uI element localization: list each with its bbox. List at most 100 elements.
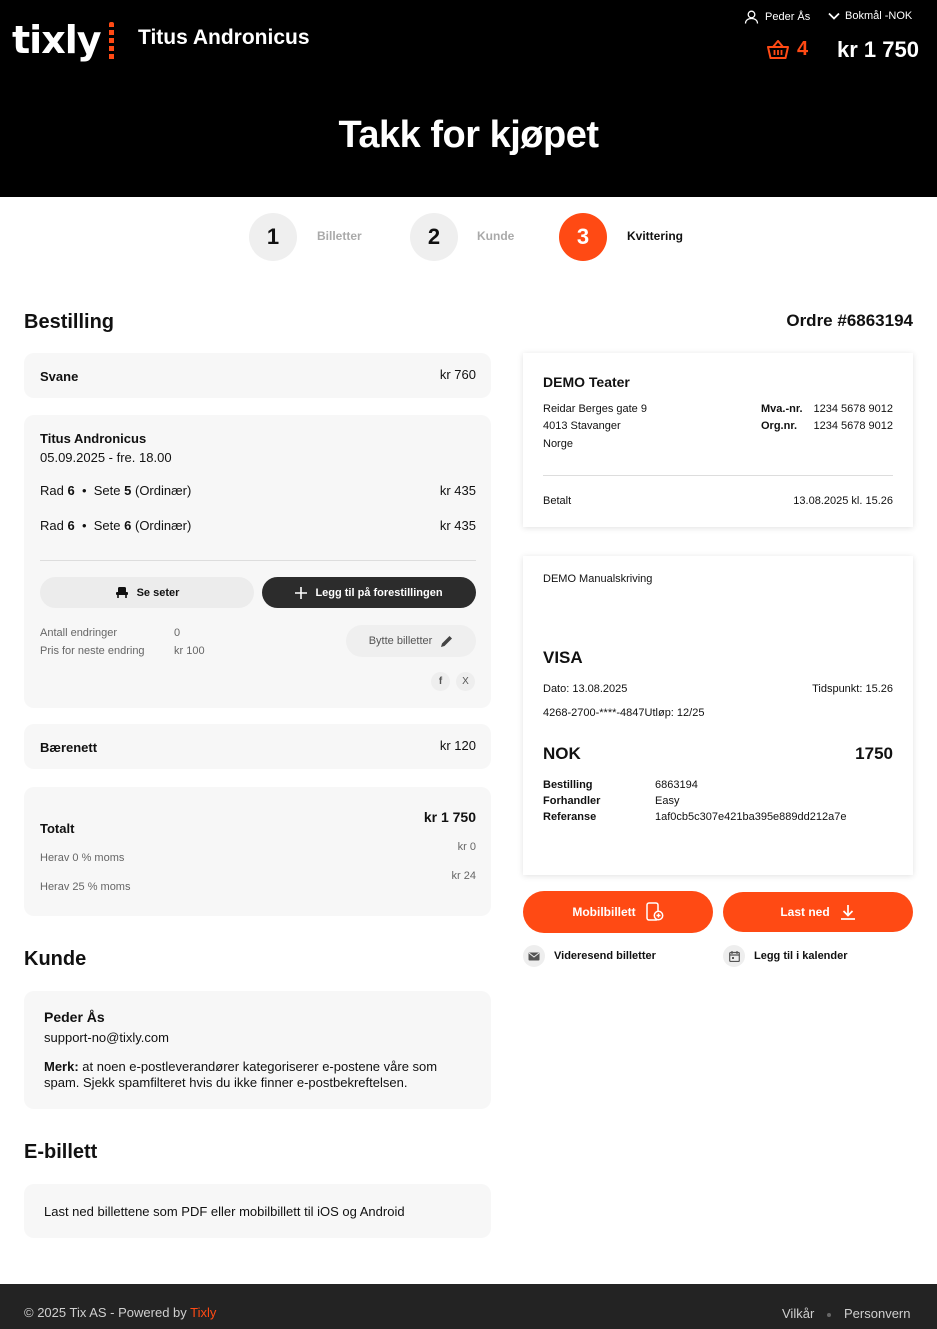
- step-3-label: Kvittering: [627, 229, 684, 243]
- privacy-link[interactable]: Personvern: [844, 1306, 910, 1321]
- chevron-down-icon: [828, 12, 840, 20]
- detail-value: 1af0cb5c307e421ba395e889dd212a7e: [655, 811, 847, 823]
- detail-label: Referanse: [543, 811, 597, 823]
- seat-icon: [115, 587, 128, 598]
- swap-tickets-button[interactable]: Bytte billetter: [346, 625, 476, 657]
- user-name: Peder Ås: [765, 11, 811, 23]
- event-card: Titus Andronicus 05.09.2025 - fre. 18.00…: [24, 415, 491, 708]
- header: tixly Titus Andronicus Peder Ås Bokmål -…: [0, 0, 937, 197]
- payment-date: Dato: 13.08.2025: [543, 683, 628, 695]
- eticket-heading: E-billett: [24, 1141, 98, 1163]
- email-note: Merk: at noen e-postleverandører kategor…: [44, 1059, 438, 1090]
- total-card: Totalt kr 1 750 Herav 0 % moms kr 0 Hera…: [24, 787, 491, 916]
- mobile-add-icon: [645, 902, 664, 921]
- customer-email: support-no@tixly.com: [44, 1030, 169, 1045]
- page-title: Takk for kjøpet: [338, 114, 599, 156]
- detail-value: 6863194: [655, 779, 698, 791]
- logo-accent-bar: [109, 22, 114, 62]
- item-price: kr 760: [439, 367, 476, 382]
- mva-value: 1234 5678 9012: [813, 403, 893, 415]
- download-button[interactable]: Last ned: [723, 892, 913, 932]
- step-2-circle[interactable]: 2: [410, 213, 458, 261]
- eticket-text: Last ned billettene som PDF eller mobilb…: [44, 1204, 405, 1219]
- x-share-icon[interactable]: X: [456, 672, 475, 691]
- item-price: kr 120: [439, 738, 476, 753]
- facebook-share-icon[interactable]: f: [431, 672, 450, 691]
- receipt-card: DEMO Teater Reidar Berges gate 9 4013 St…: [523, 353, 913, 527]
- next-change-value: kr 100: [174, 645, 205, 657]
- payment-method-title: DEMO Manualskriving: [543, 573, 653, 585]
- calendar-icon: [723, 945, 745, 967]
- add-to-show-button[interactable]: Legg til på forestillingen: [262, 577, 476, 608]
- order-heading: Bestilling: [24, 311, 115, 333]
- order-item-card: Svane kr 760: [24, 353, 491, 398]
- cart-count: 4: [797, 38, 809, 60]
- customer-card: Peder Ås support-no@tixly.com Merk: at n…: [24, 991, 491, 1109]
- copyright: © 2025 Tix AS - Powered by Tixly: [24, 1305, 217, 1320]
- step-3-circle: 3: [559, 213, 607, 261]
- download-icon: [840, 905, 855, 920]
- changes-label: Antall endringer: [40, 627, 118, 639]
- mva-label: Mva.-nr.: [761, 403, 803, 415]
- divider: [40, 560, 476, 561]
- card-number: 4268-2700-****-4847Utløp: 12/25: [543, 707, 705, 719]
- divider: [543, 475, 893, 476]
- plus-icon: [295, 586, 308, 599]
- step-1-circle[interactable]: 1: [249, 213, 297, 261]
- terms-link[interactable]: Vilkår: [782, 1306, 814, 1321]
- customer-heading: Kunde: [24, 948, 87, 970]
- user-menu[interactable]: Peder Ås: [744, 10, 810, 24]
- mobile-ticket-button[interactable]: Mobilbillett: [523, 891, 713, 933]
- event-date: 05.09.2025 - fre. 18.00: [40, 450, 172, 465]
- basket-icon: [767, 39, 789, 59]
- org-label: Org.nr.: [761, 420, 798, 432]
- forward-tickets-link[interactable]: Videresend billetter: [523, 945, 656, 967]
- detail-label: Forhandler: [543, 795, 601, 807]
- separator-dot: [827, 1313, 831, 1317]
- seat-row: Rad 6 • Sete 6 (Ordinær): [40, 518, 192, 533]
- see-seats-button[interactable]: Se seter: [40, 577, 254, 608]
- seat-price: kr 435: [439, 518, 476, 533]
- event-name: Titus Andronicus: [40, 431, 147, 446]
- seat-row: Rad 6 • Sete 5 (Ordinær): [40, 483, 192, 498]
- detail-value: Easy: [655, 795, 680, 807]
- address-line: 4013 Stavanger: [543, 420, 621, 432]
- customer-name: Peder Ås: [44, 1009, 105, 1025]
- step-2-label[interactable]: Kunde: [477, 229, 514, 243]
- eticket-card: Last ned billettene som PDF eller mobilb…: [24, 1184, 491, 1238]
- vat0-label: Herav 0 % moms: [40, 852, 125, 864]
- footer: © 2025 Tix AS - Powered by Tixly Vilkår …: [0, 1284, 937, 1329]
- changes-value: 0: [174, 627, 181, 639]
- company-name: DEMO Teater: [543, 374, 630, 390]
- add-to-calendar-link[interactable]: Legg til i kalender: [723, 945, 848, 967]
- paid-value: 13.08.2025 kl. 15.26: [793, 495, 893, 507]
- seat-price: kr 435: [439, 483, 476, 498]
- event-title: Titus Andronicus: [138, 26, 310, 49]
- cart-button[interactable]: 4: [767, 38, 808, 61]
- payment-card: DEMO Manualskriving VISA Dato: 13.08.202…: [523, 556, 913, 875]
- total-label: Totalt: [40, 821, 75, 836]
- address-line: Norge: [543, 438, 573, 450]
- vat25-label: Herav 25 % moms: [40, 881, 131, 893]
- next-change-label: Pris for neste endring: [40, 645, 145, 657]
- total-value: kr 1 750: [423, 809, 476, 825]
- tixly-logo[interactable]: tixly: [12, 18, 101, 62]
- mail-icon: [523, 945, 545, 967]
- address-line: Reidar Berges gate 9: [543, 403, 647, 415]
- paid-label: Betalt: [543, 495, 572, 507]
- payment-time: Tidspunkt: 15.26: [812, 683, 893, 695]
- cart-total: kr 1 750: [837, 37, 919, 62]
- detail-label: Bestilling: [543, 779, 593, 791]
- order-number: Ordre #6863194: [786, 311, 913, 330]
- step-1-label[interactable]: Billetter: [317, 229, 362, 243]
- order-item-card: Bærenett kr 120: [24, 724, 491, 769]
- language-label: Bokmål -NOK: [845, 10, 913, 22]
- org-value: 1234 5678 9012: [813, 420, 893, 432]
- card-type: VISA: [543, 648, 583, 667]
- tixly-link[interactable]: Tixly: [190, 1305, 216, 1320]
- amount: 1750: [855, 744, 893, 763]
- vat25-value: kr 24: [451, 870, 476, 882]
- pencil-icon: [441, 635, 453, 647]
- currency: NOK: [543, 744, 581, 763]
- language-selector[interactable]: Bokmål -NOK: [828, 10, 912, 22]
